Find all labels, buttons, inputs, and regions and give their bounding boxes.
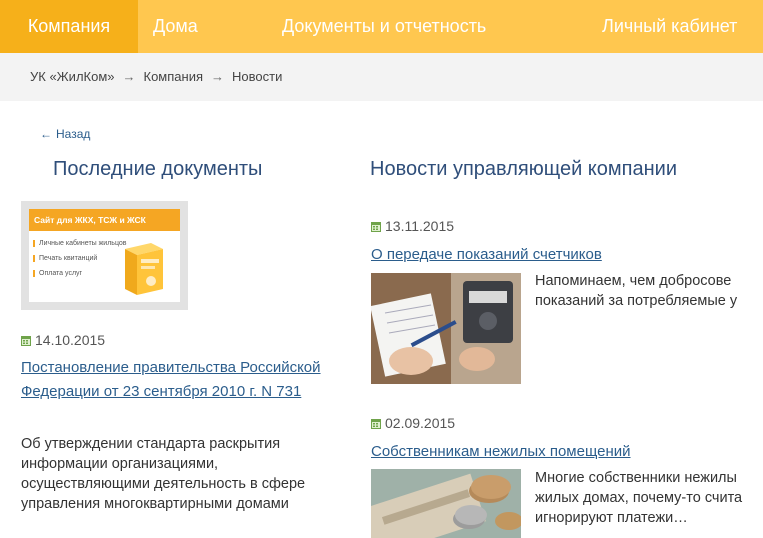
breadcrumb-separator: → [122,69,136,84]
promo-banner-item: Личные кабинеты жильцов [33,239,128,248]
document-summary: Об утверждении стандарта раскрытия инфор… [21,436,306,512]
promo-banner-card: Сайт для ЖКХ, ТСЖ и ЖСК Личные кабинеты … [29,209,180,302]
news-date-value: 02.09.2015 [385,415,456,431]
document-date: 14.10.2015 [21,332,105,348]
breadcrumb-item-company[interactable]: Компания [144,69,204,84]
money-photo[interactable] [371,469,521,538]
calendar-icon [21,336,31,346]
back-link-label: Назад [56,127,91,141]
document-title-link[interactable]: Постановление правительства Российской Ф… [21,356,341,404]
document-date-value: 14.10.2015 [35,332,106,348]
promo-banner[interactable]: Сайт для ЖКХ, ТСЖ и ЖСК Личные кабинеты … [21,201,188,310]
company-news-heading: Новости управляющей компании [370,158,677,180]
news-preview-line: Многие собственники нежилы [535,470,737,486]
promo-banner-title: Сайт для ЖКХ, ТСЖ и ЖСК [29,209,180,231]
breadcrumb-item-current: Новости [232,69,283,84]
promo-banner-list: Личные кабинеты жильцов Печать квитанций… [33,239,128,284]
news-preview-line: показаний за потребляемые у [535,293,738,309]
news-date-value: 13.11.2015 [385,218,455,234]
news-preview-line: жилых домах, почему-то счита [535,490,743,506]
news-preview-line: игнорируют платежи… [535,510,688,526]
calendar-icon [371,419,381,429]
news-title-link[interactable]: О передаче показаний счетчиков [371,243,602,267]
meter-reading-photo[interactable] [371,273,521,384]
nav-item-company[interactable]: Компания [0,0,138,53]
software-box-icon [125,243,163,295]
news-date: 02.09.2015 [371,415,455,431]
breadcrumb-item-home[interactable]: УК «ЖилКом» [30,69,115,84]
back-link[interactable]: ← Назад [40,127,90,141]
breadcrumb-bar: УК «ЖилКом» → Компания → Новости [0,53,763,101]
news-date: 13.11.2015 [371,218,454,234]
breadcrumb-separator: → [211,69,224,84]
news-preview: Многие собственники нежилы жилых домах, … [535,468,763,528]
top-navigation: Компания Дома Документы и отчетность Лич… [0,0,763,53]
breadcrumb: УК «ЖилКом» → Компания → Новости [30,53,282,101]
news-title-link[interactable]: Собственникам нежилых помещений [371,440,631,464]
latest-documents-heading: Последние документы [53,158,263,180]
nav-item-personal-account[interactable]: Личный кабинет [602,0,737,53]
promo-banner-item: Оплата услуг [33,269,128,278]
calendar-icon [371,222,381,232]
news-preview: Напоминаем, чем добросове показаний за п… [535,271,763,311]
nav-item-documents[interactable]: Документы и отчетность [282,0,486,53]
arrow-left-icon: ← [40,127,52,141]
promo-banner-item: Печать квитанций [33,254,128,263]
nav-item-houses[interactable]: Дома [153,0,198,53]
news-preview-line: Напоминаем, чем добросове [535,273,732,289]
